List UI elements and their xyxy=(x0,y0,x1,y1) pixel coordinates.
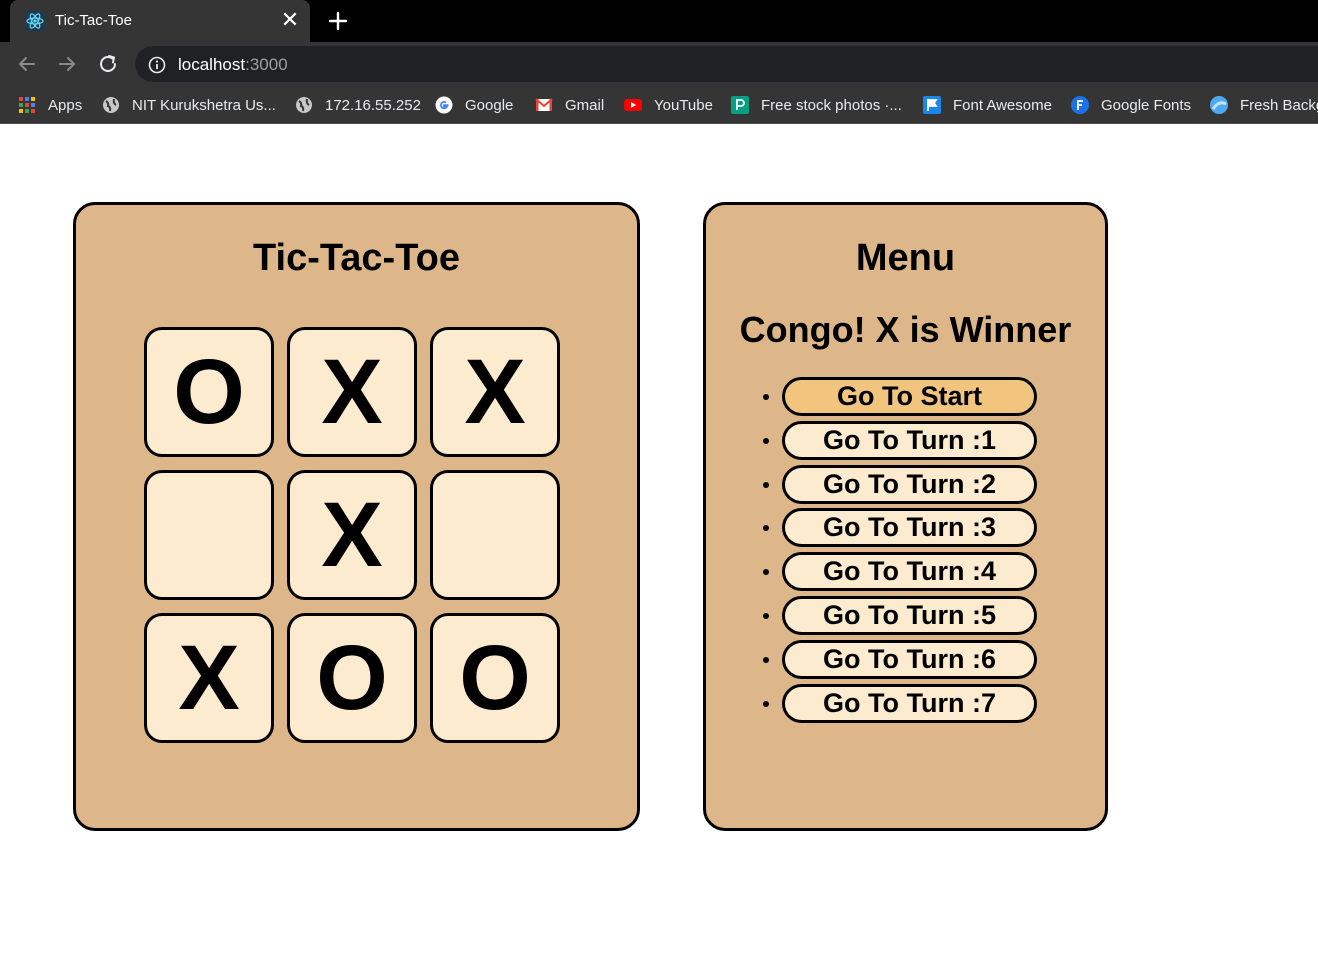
list-bullet xyxy=(763,612,769,619)
forward-arrow-icon[interactable] xyxy=(55,52,79,76)
bookmark-label: Fresh Backg xyxy=(1240,96,1318,114)
move-list-item: Go To Turn :2 xyxy=(756,464,1076,509)
pexels-icon xyxy=(731,96,749,114)
move-list-item: Go To Turn :6 xyxy=(756,639,1076,684)
game-panel: Tic-Tac-Toe O X X X X O O xyxy=(73,202,640,831)
menu-panel: Menu Congo! X is Winner Go To Start Go T… xyxy=(703,202,1108,831)
go-to-turn-3-button[interactable]: Go To Turn :3 xyxy=(782,508,1037,548)
move-list-item: Go To Turn :4 xyxy=(756,552,1076,596)
list-bullet xyxy=(763,569,769,576)
move-list-item: Go To Turn :1 xyxy=(756,420,1076,465)
new-tab-icon[interactable] xyxy=(324,7,352,35)
apps-grid-icon xyxy=(18,96,36,114)
youtube-icon xyxy=(624,96,642,114)
board-cell-2[interactable]: X xyxy=(287,327,417,457)
bookmark-label: YouTube xyxy=(654,96,713,114)
bookmark-label: Font Awesome xyxy=(953,96,1052,114)
bookmark-ip-address[interactable]: 172.16.55.252 xyxy=(295,86,421,123)
go-to-turn-1-button[interactable]: Go To Turn :1 xyxy=(782,420,1037,460)
board-cell-3[interactable]: X xyxy=(430,327,560,457)
bookmark-label: NIT Kurukshetra Us... xyxy=(132,96,276,114)
list-bullet xyxy=(763,656,769,663)
board-cell-9[interactable]: O xyxy=(430,613,560,743)
board-cell-7[interactable]: X xyxy=(144,613,274,743)
bookmark-label: Google xyxy=(465,96,514,114)
browser-toolbar: localhost:3000 xyxy=(0,42,1318,86)
board-cell-4[interactable] xyxy=(144,470,274,600)
go-to-turn-2-button[interactable]: Go To Turn :2 xyxy=(782,464,1037,504)
menu-title: Menu xyxy=(855,237,956,279)
bookmark-fresh-backgrounds[interactable]: Fresh Backg xyxy=(1210,86,1318,123)
move-list-item: Go To Turn :3 xyxy=(756,508,1076,552)
globe-icon xyxy=(295,96,313,114)
move-list-item: Go To Start xyxy=(756,377,1076,421)
board-cell-8[interactable]: O xyxy=(287,613,417,743)
bookmark-apps[interactable]: Apps xyxy=(18,86,83,123)
go-to-turn-4-button[interactable]: Go To Turn :4 xyxy=(782,552,1037,592)
bookmark-google-fonts[interactable]: Google Fonts xyxy=(1071,86,1192,123)
bookmark-gmail[interactable]: Gmail xyxy=(535,86,605,123)
list-bullet xyxy=(763,700,769,707)
bookmark-label: Google Fonts xyxy=(1101,96,1192,114)
react-icon xyxy=(25,11,45,31)
go-to-start-button[interactable]: Go To Start xyxy=(782,377,1037,416)
list-bullet xyxy=(763,437,769,444)
bookmark-label: Free stock photos ·... xyxy=(761,96,902,114)
game-board: O X X X X O O xyxy=(144,327,560,743)
list-bullet xyxy=(763,481,769,488)
winner-status: Congo! X is Winner xyxy=(739,309,1072,350)
back-arrow-icon[interactable] xyxy=(15,52,39,76)
gmail-icon xyxy=(535,96,553,114)
font-awesome-icon xyxy=(923,96,941,114)
move-history-list: Go To Start Go To Turn :1 Go To Turn :2 … xyxy=(756,377,1076,727)
globe-icon xyxy=(102,96,120,114)
bookmark-nit-kurukshetra[interactable]: NIT Kurukshetra Us... xyxy=(102,86,276,123)
go-to-turn-5-button[interactable]: Go To Turn :5 xyxy=(782,595,1037,635)
go-to-turn-6-button[interactable]: Go To Turn :6 xyxy=(782,639,1037,679)
list-bullet xyxy=(763,525,769,532)
bookmark-font-awesome[interactable]: Font Awesome xyxy=(923,86,1052,123)
game-title: Tic-Tac-Toe xyxy=(253,237,460,279)
move-list-item: Go To Turn :7 xyxy=(756,683,1076,728)
google-fonts-icon xyxy=(1071,96,1089,114)
google-icon xyxy=(435,96,453,114)
bookmark-label: 172.16.55.252 xyxy=(325,96,421,114)
board-cell-5[interactable]: X xyxy=(287,470,417,600)
bookmark-youtube[interactable]: YouTube xyxy=(624,86,713,123)
list-bullet xyxy=(763,394,769,400)
go-to-turn-7-button[interactable]: Go To Turn :7 xyxy=(782,683,1037,723)
reload-icon[interactable] xyxy=(96,52,120,76)
browser-tab[interactable]: Tic-Tac-Toe ✕ xyxy=(10,0,310,42)
tab-title: Tic-Tac-Toe xyxy=(55,12,132,29)
bookmark-label: Apps xyxy=(48,96,83,114)
move-list-item: Go To Turn :5 xyxy=(756,595,1076,640)
board-cell-1[interactable]: O xyxy=(144,327,274,457)
url-port: :3000 xyxy=(245,55,288,74)
board-cell-6[interactable] xyxy=(430,470,560,600)
url-text: localhost:3000 xyxy=(178,55,288,75)
bookmarks-bar: Apps NIT Kurukshetra Us... 172.16.55.252… xyxy=(0,86,1318,124)
fresh-backgrounds-icon xyxy=(1210,96,1228,114)
bookmark-pexels[interactable]: Free stock photos ·... xyxy=(731,86,902,123)
close-tab-icon[interactable]: ✕ xyxy=(278,9,302,33)
info-icon[interactable] xyxy=(148,56,166,74)
bookmark-google[interactable]: Google xyxy=(435,86,514,123)
browser-tab-strip: Tic-Tac-Toe ✕ xyxy=(0,0,1318,42)
url-host: localhost xyxy=(178,55,246,74)
address-bar[interactable]: localhost:3000 xyxy=(135,46,1318,82)
bookmark-label: Gmail xyxy=(565,96,605,114)
